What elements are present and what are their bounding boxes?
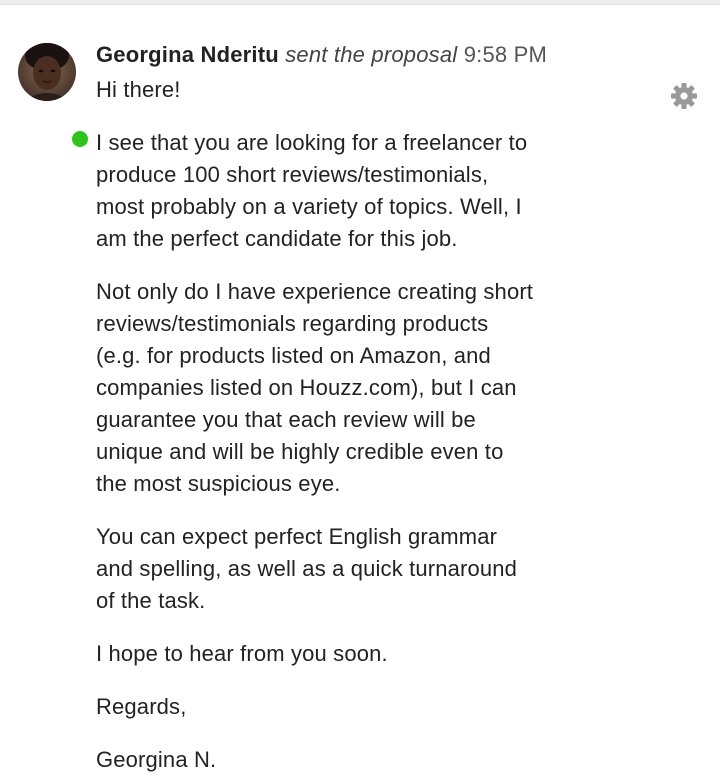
message-paragraph: Georgina N. bbox=[96, 747, 217, 772]
message-paragraph: Hi there! bbox=[96, 77, 181, 102]
message-paragraph: Not only do I have experience creating s… bbox=[96, 279, 534, 496]
message-paragraph: Regards, bbox=[96, 694, 187, 719]
message-action-text: sent the proposal bbox=[285, 42, 458, 67]
online-status-icon bbox=[70, 129, 90, 149]
message-paragraph: I see that you are looking for a freelan… bbox=[96, 130, 528, 251]
message-paragraph: I hope to hear from you soon. bbox=[96, 641, 388, 666]
message-paragraph: You can expect perfect English grammar a… bbox=[96, 524, 518, 613]
avatar[interactable] bbox=[18, 43, 90, 149]
message-header: Georgina Nderitu sent the proposal 9:58 … bbox=[96, 40, 547, 70]
message-item: Georgina Nderitu sent the proposal 9:58 … bbox=[0, 0, 720, 783]
avatar-image bbox=[18, 43, 76, 101]
sender-name[interactable]: Georgina Nderitu bbox=[96, 42, 279, 67]
message-body: Hi there! I see that you are looking for… bbox=[96, 74, 676, 783]
message-timestamp: 9:58 PM bbox=[463, 42, 548, 67]
